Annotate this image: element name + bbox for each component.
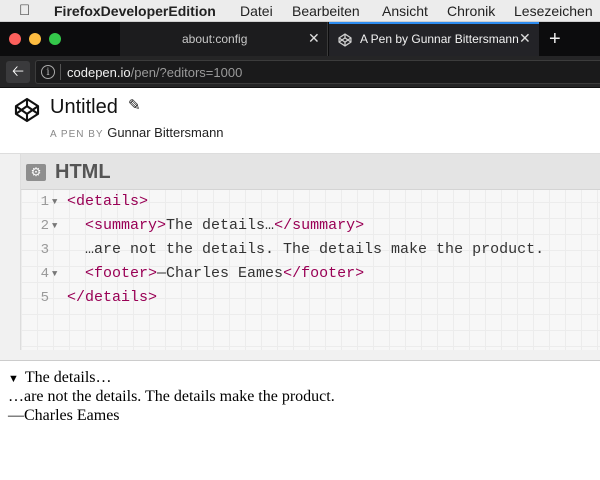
- site-info-icon[interactable]: i: [41, 65, 55, 79]
- code-line[interactable]: 3 …are not the details. The details make…: [21, 238, 600, 262]
- codepen-favicon-icon: [338, 33, 352, 52]
- tab-label: about:config: [182, 32, 248, 46]
- pen-author[interactable]: Gunnar Bittersmann: [107, 125, 223, 140]
- code-line[interactable]: 5 </details>: [21, 286, 600, 310]
- code-line[interactable]: 4 ▼ <footer>—Charles Eames</footer>: [21, 262, 600, 286]
- codepen-logo-icon[interactable]: [14, 97, 40, 128]
- code-content: [67, 265, 85, 282]
- code-content: [67, 217, 85, 234]
- code-tag: <details>: [67, 193, 149, 210]
- navigation-bar: 🡠 i codepen.io/pen/?editors=1000: [0, 56, 600, 88]
- apple-menu-icon[interactable]: : [19, 2, 30, 19]
- url-bar[interactable]: i codepen.io/pen/?editors=1000: [35, 60, 600, 84]
- back-button[interactable]: 🡠: [6, 61, 30, 83]
- pen-title[interactable]: Untitled: [50, 96, 118, 118]
- line-number: 4: [40, 266, 49, 282]
- url-text: codepen.io/pen/?editors=1000: [67, 65, 242, 80]
- code-content: …are not the details. The details make t…: [67, 241, 545, 258]
- codepen-header: Untitled ✎ A PEN BY Gunnar Bittersmann: [0, 88, 600, 154]
- code-editor[interactable]: 1 ▼ <details> 2 ▼ <summary>The details…</sum…: [21, 190, 600, 350]
- details-body-text: …are not the details. The details make t…: [8, 388, 335, 405]
- editor-area: ⚙ HTML 1 ▼ <details> 2 ▼ <summary>The detail…: [0, 154, 600, 360]
- code-text: <details>: [67, 190, 148, 214]
- code-content: The details…: [166, 217, 275, 234]
- tab-about-config[interactable]: about:config ✕: [120, 22, 328, 56]
- window-zoom-button[interactable]: [49, 33, 61, 45]
- editor-title: HTML: [55, 161, 111, 183]
- result-preview: ▼ The details… …are not the details. The …: [0, 360, 600, 480]
- code-tag: </summary>: [274, 217, 365, 234]
- code-text: …are not the details. The details make t…: [67, 238, 544, 262]
- code-tag: </details>: [67, 289, 158, 306]
- code-tag: <footer>: [85, 265, 158, 282]
- pen-by-prefix: A PEN BY: [50, 129, 104, 140]
- line-number: 2: [40, 218, 49, 234]
- line-number: 1: [40, 194, 49, 210]
- url-path: /pen/?editors=1000: [130, 65, 243, 80]
- pen-byline: A PEN BY Gunnar Bittersmann: [50, 125, 224, 142]
- close-tab-icon[interactable]: ✕: [519, 30, 531, 46]
- window-minimize-button[interactable]: [29, 33, 41, 45]
- fold-arrow-icon[interactable]: ▼: [52, 190, 57, 214]
- tab-codepen[interactable]: A Pen by Gunnar Bittersmann ✕: [329, 22, 539, 56]
- menu-ansicht[interactable]: Ansicht: [382, 3, 428, 19]
- disclosure-triangle-icon[interactable]: ▼: [8, 373, 19, 385]
- window-close-button[interactable]: [9, 33, 21, 45]
- code-text: </details>: [67, 286, 157, 310]
- url-host: codepen.io: [67, 65, 131, 80]
- code-tag: </footer>: [283, 265, 365, 282]
- editor-header: ⚙ HTML: [21, 154, 600, 190]
- menu-chronik[interactable]: Chronik: [447, 3, 495, 19]
- code-text: <footer>—Charles Eames</footer>: [67, 262, 364, 286]
- new-tab-button[interactable]: +: [549, 28, 561, 50]
- details-footer-text: —Charles Eames: [8, 407, 120, 424]
- line-number: 3: [40, 242, 49, 258]
- code-tag: <summary>: [85, 217, 167, 234]
- fold-arrow-icon[interactable]: ▼: [52, 214, 57, 238]
- menu-datei[interactable]: Datei: [240, 3, 273, 19]
- app-menu-name[interactable]: FirefoxDeveloperEdition: [54, 3, 216, 19]
- edit-title-pencil-icon[interactable]: ✎: [128, 97, 141, 115]
- summary-text: The details…: [24, 369, 112, 386]
- line-number: 5: [40, 290, 49, 306]
- fold-arrow-icon[interactable]: ▼: [52, 262, 57, 286]
- tab-label: A Pen by Gunnar Bittersmann: [360, 32, 519, 46]
- close-tab-icon[interactable]: ✕: [308, 30, 320, 46]
- menu-bearbeiten[interactable]: Bearbeiten: [292, 3, 360, 19]
- editor-settings-gear-icon[interactable]: ⚙: [26, 164, 46, 181]
- code-line[interactable]: 2 ▼ <summary>The details…</summary>: [21, 214, 600, 238]
- tab-strip: about:config ✕ A Pen by Gunnar Bittersma…: [0, 22, 600, 56]
- code-line[interactable]: 1 ▼ <details>: [21, 190, 600, 214]
- url-separator: [60, 64, 61, 80]
- code-content: —Charles Eames: [157, 265, 284, 282]
- menu-lesezeichen[interactable]: Lesezeichen: [514, 3, 593, 19]
- details-summary[interactable]: ▼ The details…: [8, 369, 112, 388]
- code-text: <summary>The details…</summary>: [67, 214, 364, 238]
- macos-menu-bar:  FirefoxDeveloperEdition Datei Bearbeit…: [0, 0, 600, 22]
- html-editor-panel: ⚙ HTML 1 ▼ <details> 2 ▼ <summary>The detail…: [20, 154, 600, 350]
